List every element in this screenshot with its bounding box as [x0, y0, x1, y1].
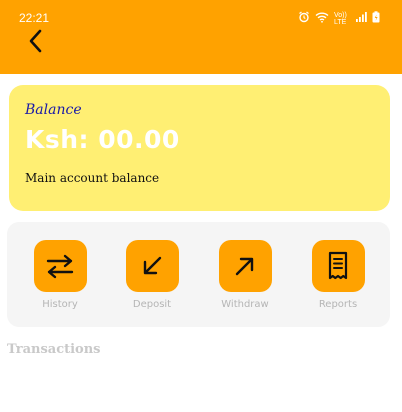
reports-label: Reports	[318, 299, 358, 310]
arrow-up-right-icon	[235, 257, 254, 276]
balance-caption: Main account balance	[25, 171, 160, 185]
volte-icon: Vo)) LTE	[334, 12, 347, 26]
alarm-icon	[298, 11, 310, 27]
reports-action[interactable]: Reports	[303, 240, 373, 310]
status-time: 22:21	[19, 11, 50, 25]
actions-panel: History Deposit Withdraw Reports	[7, 222, 390, 327]
arrow-down-left-icon	[143, 256, 162, 275]
app-bar: 22:21 Vo)) LTE	[0, 0, 402, 74]
balance-label: Balance	[25, 102, 82, 118]
history-button[interactable]	[33, 240, 87, 292]
status-icons: Vo)) LTE	[298, 11, 380, 27]
withdraw-button[interactable]	[218, 240, 272, 292]
history-action[interactable]: History	[25, 240, 95, 310]
swap-arrows-icon	[46, 254, 74, 279]
battery-icon	[372, 11, 380, 27]
back-button[interactable]	[24, 28, 48, 54]
deposit-action[interactable]: Deposit	[117, 240, 187, 310]
receipt-icon	[328, 251, 348, 280]
history-label: History	[42, 299, 78, 310]
chevron-left-icon	[29, 29, 42, 53]
balance-amount: Ksh: 00.00	[25, 125, 180, 154]
transactions-title: Transactions	[7, 342, 101, 357]
reports-button[interactable]	[311, 240, 365, 292]
withdraw-action[interactable]: Withdraw	[210, 240, 280, 310]
deposit-label: Deposit	[132, 299, 172, 310]
deposit-button[interactable]	[125, 240, 179, 292]
wifi-icon	[315, 11, 329, 27]
balance-card: Balance Ksh: 00.00 Main account balance	[9, 85, 390, 211]
withdraw-label: Withdraw	[221, 299, 269, 310]
signal-icon	[355, 11, 367, 27]
